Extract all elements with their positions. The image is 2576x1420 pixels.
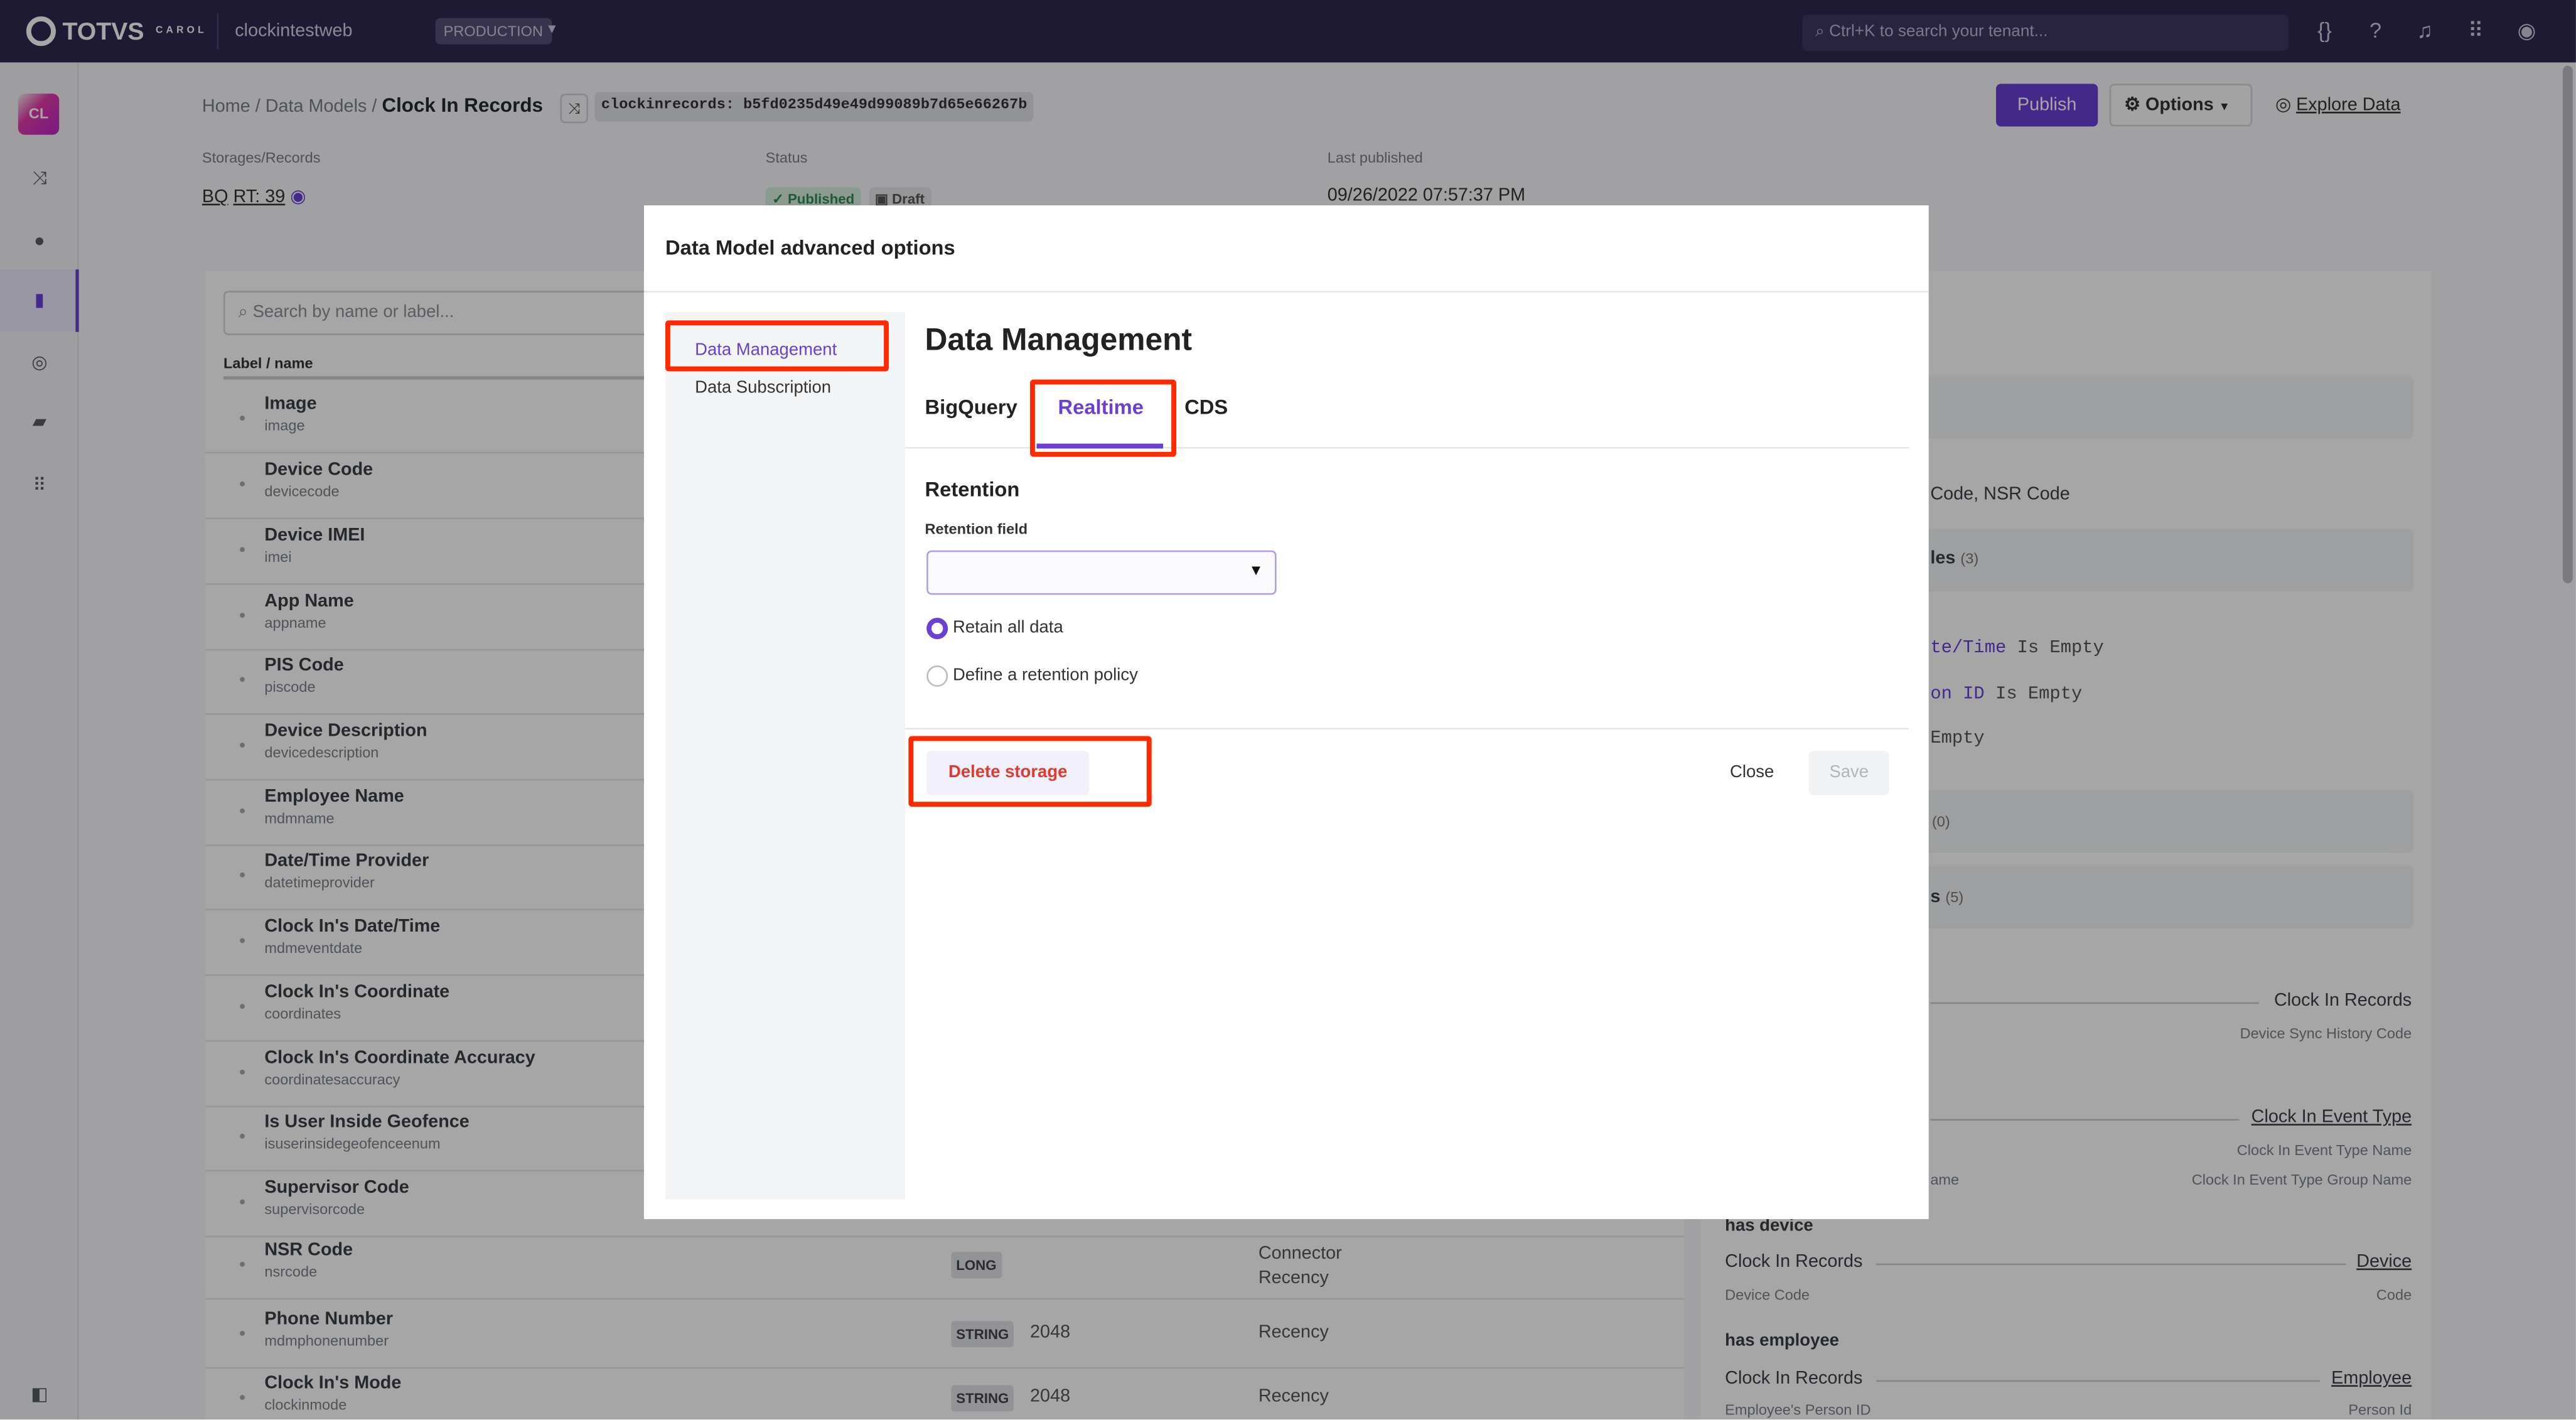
- section-heading: Data Management: [925, 323, 1193, 358]
- radio-retain-all-label[interactable]: Retain all data: [953, 618, 1063, 637]
- highlight-box-delete-storage: [908, 736, 1152, 807]
- retention-field-label: Retention field: [925, 520, 1028, 537]
- caret-down-icon: ▼: [1248, 562, 1264, 579]
- retention-title: Retention: [925, 478, 1020, 502]
- modal-nav: Data Management Data Subscription: [665, 312, 906, 1200]
- tab-bigquery[interactable]: BigQuery: [925, 396, 1017, 419]
- radio-define-policy-label[interactable]: Define a retention policy: [953, 665, 1138, 685]
- page-scrollbar[interactable]: [2562, 65, 2573, 584]
- retention-field-select[interactable]: ▼: [926, 550, 1277, 595]
- highlight-box-realtime-tab: [1030, 379, 1176, 457]
- save-button[interactable]: Save: [1808, 751, 1889, 795]
- modal-title: Data Model advanced options: [665, 236, 955, 260]
- footer-divider: [905, 728, 1909, 730]
- close-button[interactable]: Close: [1730, 762, 1774, 782]
- nav-item-data-subscription[interactable]: Data Subscription: [695, 378, 831, 397]
- radio-retain-all[interactable]: [926, 618, 948, 640]
- tab-cds[interactable]: CDS: [1184, 396, 1228, 419]
- radio-define-policy[interactable]: [926, 665, 948, 687]
- app: TOTVS CAROL clockintestweb PRODUCTION ▼ ⌕…: [0, 0, 2576, 1420]
- divider: [643, 291, 1929, 293]
- highlight-box-data-management: [665, 320, 889, 372]
